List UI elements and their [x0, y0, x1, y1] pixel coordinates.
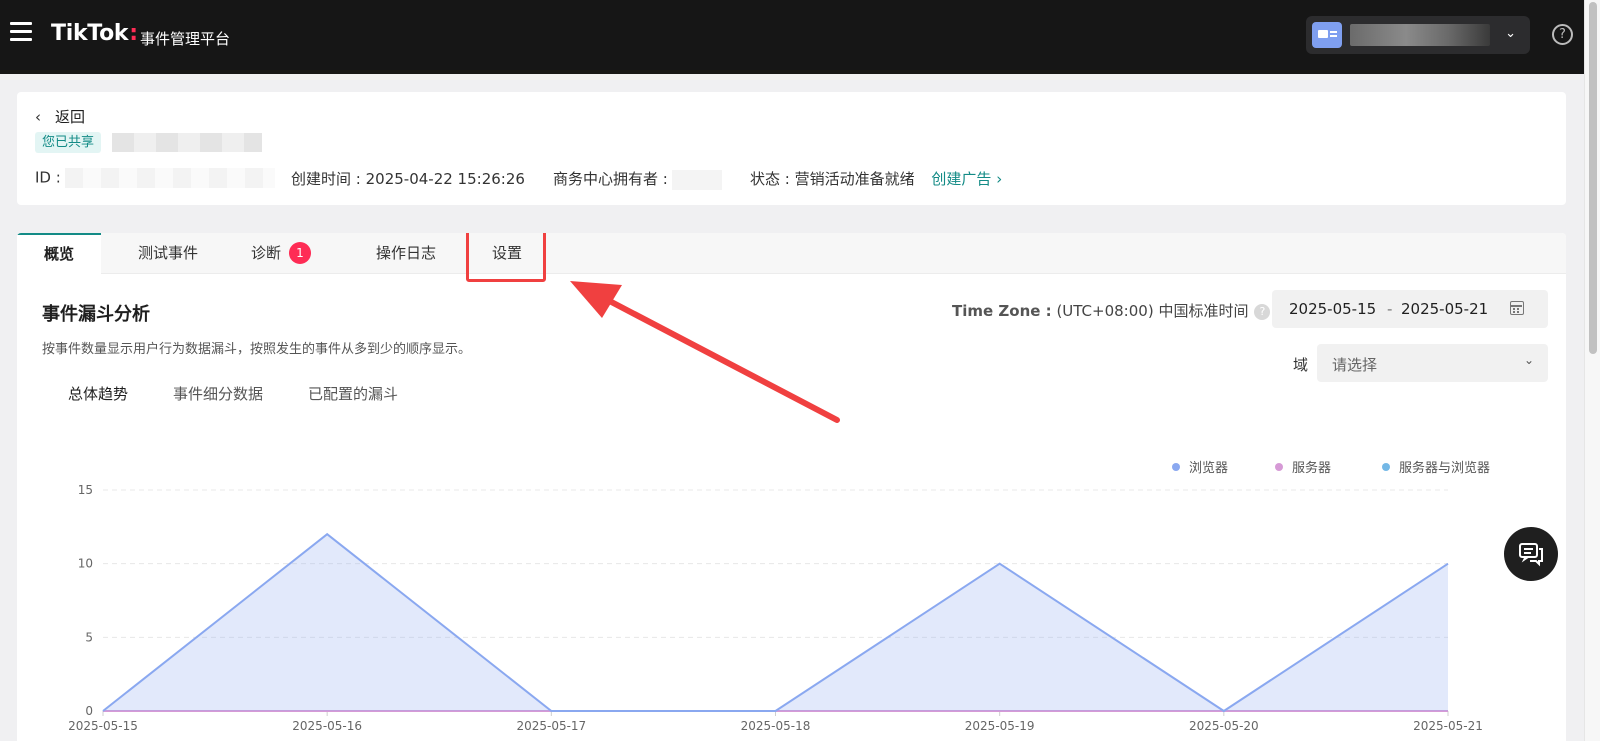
- overview-card: 概览 测试事件 诊断 1 操作日志 设置 事件漏斗分析 按事件数量显示用户行为数据…: [17, 233, 1566, 741]
- shared-badge: 您已共享: [35, 132, 102, 153]
- date-range-picker[interactable]: 2025-05-15 - 2025-05-21: [1272, 290, 1548, 328]
- created-time: 创建时间 : 2025-04-22 15:26:26: [291, 168, 525, 189]
- platform-name: 事件管理平台: [140, 30, 231, 48]
- create-ad-link[interactable]: 创建广告 ›: [931, 170, 1002, 188]
- timezone-info: Time Zone : (UTC+08:00) 中国标准时间?: [952, 300, 1271, 321]
- tab-bar: 概览 测试事件 诊断 1 操作日志 设置: [17, 233, 1566, 274]
- domain-placeholder: 请选择: [1332, 356, 1378, 374]
- tab-overview[interactable]: 概览: [17, 233, 101, 274]
- tab-activity-log[interactable]: 操作日志: [351, 233, 461, 274]
- page-scrollbar[interactable]: [1584, 0, 1600, 741]
- scrollbar-thumb[interactable]: [1589, 2, 1597, 354]
- masked-pixel-name: [112, 133, 262, 152]
- x-tick-label: 2025-05-20: [1189, 719, 1259, 733]
- masked-account-name: [1350, 24, 1490, 46]
- date-separator: -: [1387, 300, 1393, 318]
- chevron-right-icon: ›: [996, 170, 1003, 188]
- subtab-overall-trend[interactable]: 总体趋势: [68, 383, 128, 404]
- settings-highlight-box: [466, 233, 546, 282]
- pixel-status: 状态 : 营销活动准备就绪 创建广告 ›: [750, 168, 1002, 189]
- create-ad-label: 创建广告: [931, 170, 992, 188]
- bc-owner: 商务中心拥有者 :: [553, 168, 722, 190]
- back-label: 返回: [55, 108, 86, 126]
- owner-label: 商务中心拥有者 :: [553, 170, 668, 188]
- logo-colon: :: [129, 21, 138, 46]
- tab-diagnostics-label: 诊断: [250, 244, 281, 262]
- top-bar: TikTok: 事件管理平台 ⌄ ?: [0, 0, 1584, 74]
- chevron-down-icon: ⌄: [1523, 353, 1534, 367]
- masked-owner-value: [671, 169, 722, 190]
- calendar-icon: [1510, 301, 1524, 315]
- chat-icon: [1519, 543, 1543, 567]
- x-tick-label: 2025-05-16: [292, 719, 362, 733]
- chat-support-button[interactable]: [1504, 527, 1558, 581]
- help-icon[interactable]: ?: [1552, 24, 1573, 45]
- event-trend-chart: 0 5 10 15 2025-05-15 2025-05-16 2025-05-17 2025…: [68, 483, 1483, 733]
- timezone-value: (UTC+08:00) 中国标准时间: [1056, 302, 1249, 320]
- status-label: 状态 :: [750, 170, 790, 188]
- timezone-label: Time Zone :: [952, 302, 1052, 320]
- y-tick-label: 10: [78, 557, 93, 571]
- masked-id-value: [64, 168, 275, 188]
- chevron-left-icon: ‹: [35, 108, 41, 126]
- diagnostics-count-badge: 1: [289, 242, 311, 264]
- legend-dot: [1382, 463, 1390, 471]
- legend-dot: [1172, 463, 1180, 471]
- logo-wordmark: TikTok: [51, 21, 129, 46]
- x-tick-label: 2025-05-18: [741, 719, 811, 733]
- tab-test-events[interactable]: 测试事件: [113, 233, 223, 274]
- account-card-icon: [1312, 22, 1342, 48]
- help-icon[interactable]: ?: [1254, 304, 1271, 320]
- domain-select[interactable]: 请选择 ⌄: [1317, 344, 1548, 382]
- subtab-configured-funnels[interactable]: 已配置的漏斗: [308, 383, 398, 404]
- y-tick-label: 15: [78, 483, 93, 497]
- subtab-event-breakdown[interactable]: 事件细分数据: [173, 383, 263, 404]
- legend-dot: [1275, 463, 1283, 471]
- account-switcher[interactable]: ⌄: [1306, 16, 1530, 54]
- x-tick-label: 2025-05-19: [965, 719, 1035, 733]
- id-label: ID :: [35, 168, 61, 187]
- pixel-info-card: ‹ 返回 您已共享 ID : 创建时间 : 2025-04-22 15:26:26…: [17, 92, 1566, 205]
- created-label: 创建时间 :: [291, 170, 361, 188]
- created-value: 2025-04-22 15:26:26: [365, 170, 525, 188]
- tab-diagnostics[interactable]: 诊断 1: [235, 233, 327, 274]
- x-tick-label: 2025-05-15: [68, 719, 138, 733]
- domain-label: 域: [1293, 356, 1309, 374]
- y-tick-label: 5: [85, 630, 93, 644]
- section-title: 事件漏斗分析: [42, 304, 150, 325]
- status-value: 营销活动准备就绪: [794, 170, 915, 188]
- section-description: 按事件数量显示用户行为数据漏斗，按照发生的事件从多到少的顺序显示。: [42, 342, 472, 357]
- back-link[interactable]: ‹ 返回: [35, 106, 85, 127]
- series-area: [103, 534, 1448, 711]
- x-tick-label: 2025-05-17: [516, 719, 586, 733]
- hamburger-menu-icon[interactable]: [10, 22, 32, 42]
- chevron-down-icon: ⌄: [1505, 26, 1516, 41]
- x-tick-label: 2025-05-21: [1413, 719, 1483, 733]
- pixel-id: ID :: [35, 168, 275, 188]
- date-start: 2025-05-15: [1289, 300, 1377, 318]
- tiktok-logo[interactable]: TikTok:: [51, 21, 139, 46]
- date-end: 2025-05-21: [1401, 300, 1489, 318]
- y-tick-label: 0: [85, 704, 93, 718]
